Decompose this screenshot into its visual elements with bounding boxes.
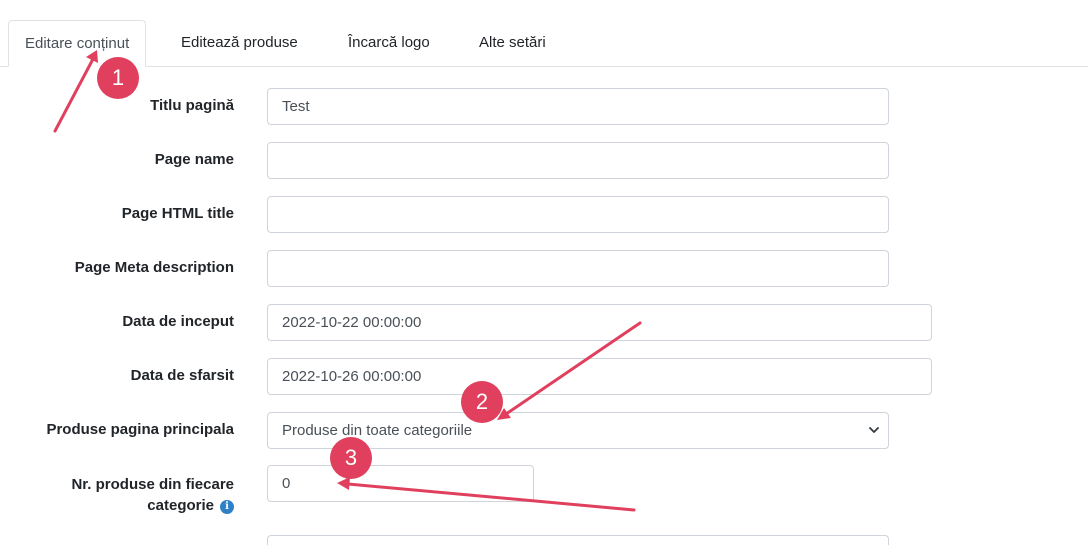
tab-incarca-logo[interactable]: Încarcă logo (332, 20, 446, 65)
page-name-input[interactable] (267, 142, 889, 179)
annotation-badge-3: 3 (330, 437, 372, 479)
chevron-down-icon (869, 427, 879, 433)
page: Editare conținut Editează produse Încarc… (0, 0, 1088, 545)
nr-produse-label-text: Nr. produse din fiecare categorie (71, 476, 234, 514)
tab-bar: Editare conținut Editează produse Încarc… (0, 0, 1088, 67)
page-meta-description-input[interactable] (267, 250, 889, 287)
page-meta-description-label: Page Meta description (74, 259, 234, 276)
annotation-badge-1: 1 (97, 57, 139, 99)
page-html-title-label: Page HTML title (121, 205, 234, 222)
tab-editeaza-produse[interactable]: Editează produse (165, 20, 314, 65)
titlu-pagina-input[interactable]: Test (267, 88, 889, 125)
produse-pagina-principala-label: Produse pagina principala (46, 421, 234, 438)
data-sfarsit-input[interactable]: 2022-10-26 00:00:00 (267, 358, 932, 395)
nr-produse-input[interactable]: 0 (267, 465, 534, 502)
produse-pagina-principala-value: Produse din toate categoriile (282, 422, 473, 439)
page-html-title-input[interactable] (267, 196, 889, 233)
annotation-badge-2: 2 (461, 381, 503, 423)
annotation-arrow-1 (53, 57, 95, 133)
page-name-label: Page name (154, 151, 234, 168)
info-icon[interactable]: i (220, 500, 234, 514)
data-inceput-input[interactable]: 2022-10-22 00:00:00 (267, 304, 932, 341)
data-sfarsit-label: Data de sfarsit (130, 367, 234, 384)
data-inceput-label: Data de inceput (122, 313, 234, 330)
nr-produse-label: Nr. produse din fiecare categorie i (24, 474, 234, 516)
tab-alte-setari[interactable]: Alte setări (463, 20, 562, 65)
titlu-pagina-label: Titlu pagină (150, 97, 234, 114)
next-field-input[interactable] (267, 535, 889, 545)
